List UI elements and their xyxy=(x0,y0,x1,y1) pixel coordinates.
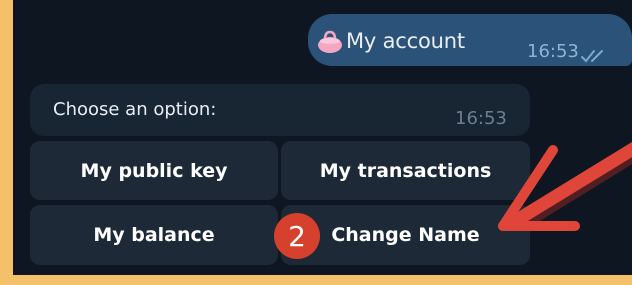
incoming-message-text: Choose an option: xyxy=(53,99,217,120)
double-check-icon xyxy=(581,50,603,63)
red-arrow-icon xyxy=(498,141,632,231)
step-number-badge: 2 xyxy=(274,213,320,259)
my-balance-button[interactable]: My balance xyxy=(30,205,278,265)
chat-window: My account 16:53 Choose an option: 16:53… xyxy=(13,0,632,275)
outgoing-message-text: My account xyxy=(346,29,465,53)
my-public-key-button[interactable]: My public key xyxy=(30,141,278,200)
purse-icon xyxy=(318,30,342,53)
incoming-message-bubble[interactable]: Choose an option: 16:53 xyxy=(30,84,530,136)
outgoing-message-time: 16:53 xyxy=(527,41,579,62)
incoming-message-time: 16:53 xyxy=(455,108,507,129)
outgoing-message-bubble[interactable]: My account 16:53 xyxy=(308,14,632,66)
